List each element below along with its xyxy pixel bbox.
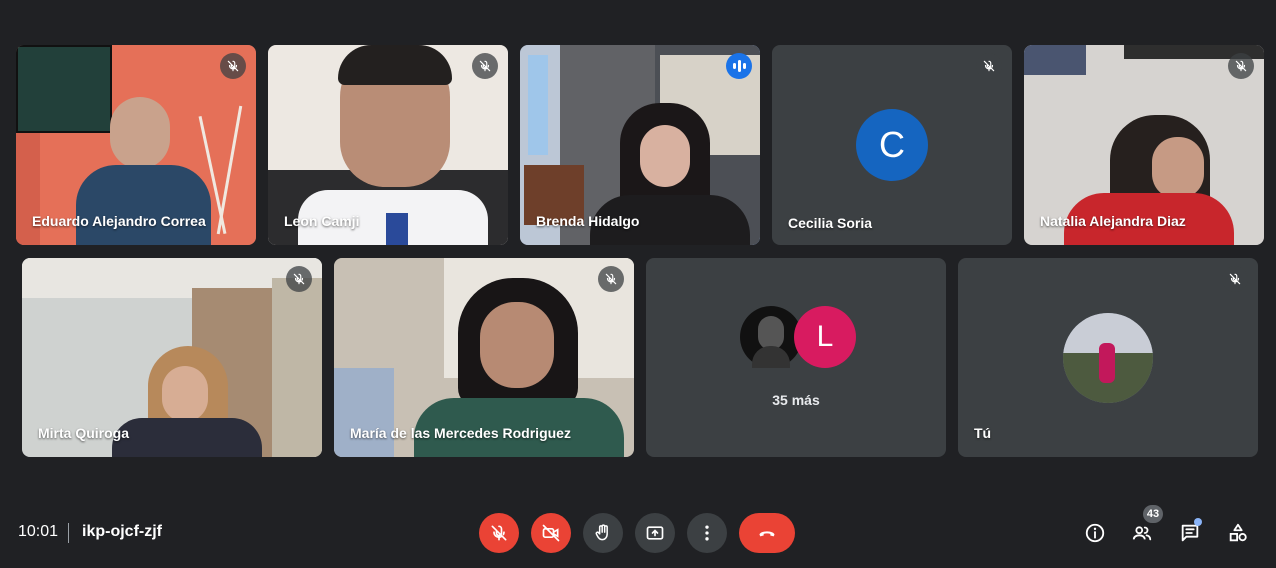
participant-name: Cecilia Soria [788, 215, 873, 231]
camera-off-icon [542, 524, 560, 542]
people-icon [1132, 526, 1152, 541]
avatar [740, 306, 802, 368]
present-screen-button[interactable] [635, 513, 675, 553]
participant-tile-eduardo[interactable]: Eduardo Alejandro Correa [16, 45, 256, 245]
participant-name: Natalia Alejandra Diaz [1040, 213, 1186, 229]
raise-hand-icon [595, 524, 608, 541]
divider [68, 523, 69, 543]
participant-tile-leon[interactable]: Leon Camji [268, 45, 508, 245]
meeting-code: ikp-ojcf-zjf [82, 523, 162, 540]
more-options-button[interactable] [687, 513, 727, 553]
self-tile[interactable]: Tú [958, 258, 1258, 457]
participant-tile-brenda[interactable]: Brenda Hidalgo [520, 45, 760, 245]
avatar: C [856, 109, 928, 181]
participants-count-badge: 43 [1143, 505, 1163, 523]
avatar-letter: C [879, 124, 905, 165]
chat-notification-dot [1194, 518, 1202, 526]
participant-name: Leon Camji [284, 213, 360, 229]
participant-name: Mirta Quiroga [38, 425, 130, 441]
mic-off-icon [1222, 266, 1248, 292]
more-options-icon [705, 525, 709, 541]
end-call-icon [759, 531, 775, 537]
others-count-label: 35 más [772, 392, 820, 408]
mic-off-icon [598, 266, 624, 292]
others-tile[interactable]: L 35 más [646, 258, 946, 457]
mic-off-icon [472, 53, 498, 79]
avatar-letter: L [816, 320, 834, 353]
mic-toggle-button[interactable] [479, 513, 519, 553]
mic-off-icon [1228, 53, 1254, 79]
mic-off-icon [286, 266, 312, 292]
raise-hand-button[interactable] [583, 513, 623, 553]
meeting-time: 10:01 [18, 523, 59, 540]
participant-name: Tú [974, 425, 992, 441]
meeting-details-button[interactable] [1082, 520, 1108, 546]
participants-button[interactable] [1129, 520, 1155, 546]
participant-tile-cecilia[interactable]: C Cecilia Soria [772, 45, 1012, 245]
speaking-indicator-icon [726, 53, 752, 79]
end-call-button[interactable] [739, 513, 795, 553]
participant-name: María de las Mercedes Rodriguez [350, 425, 571, 441]
avatar: L [794, 306, 856, 368]
activities-icon [1229, 523, 1247, 542]
mic-off-icon [491, 525, 507, 541]
activities-button[interactable] [1225, 520, 1251, 546]
mic-off-icon [220, 53, 246, 79]
mic-off-icon [976, 53, 1002, 79]
info-icon [1085, 523, 1105, 543]
participant-name: Eduardo Alejandro Correa [32, 213, 206, 229]
participant-name: Brenda Hidalgo [536, 213, 640, 229]
participant-tile-mirta[interactable]: Mirta Quiroga [22, 258, 322, 457]
avatar [1063, 313, 1153, 403]
present-screen-icon [646, 526, 664, 540]
camera-toggle-button[interactable] [531, 513, 571, 553]
participant-tile-maria[interactable]: María de las Mercedes Rodriguez [334, 258, 634, 457]
participant-tile-natalia[interactable]: Natalia Alejandra Diaz [1024, 45, 1264, 245]
